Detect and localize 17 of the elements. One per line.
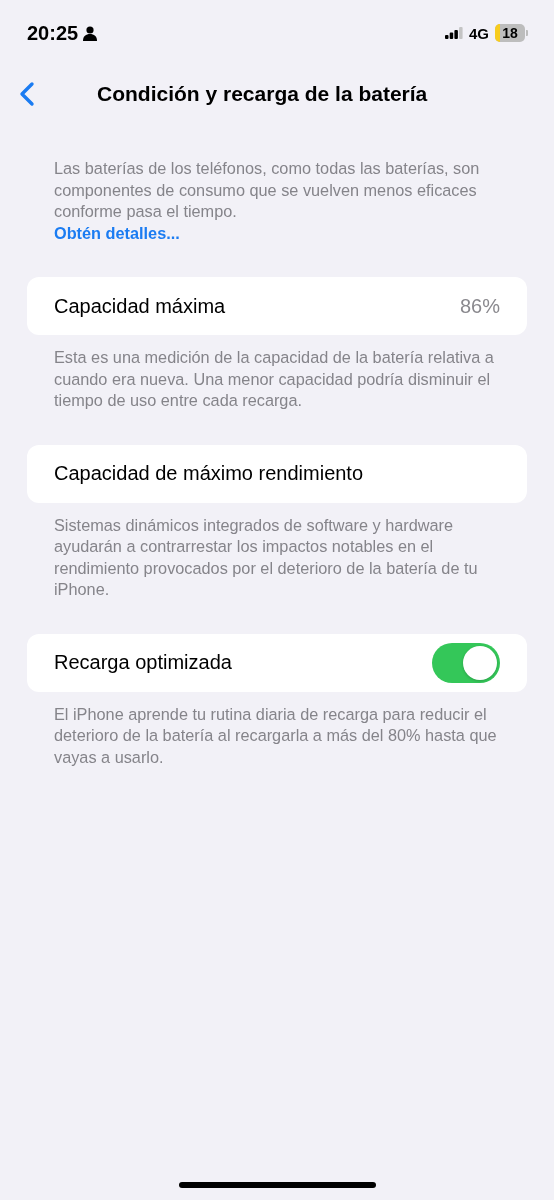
row-label: Capacidad máxima: [54, 294, 227, 318]
status-time: 20:25: [27, 21, 79, 45]
footer-text: Sistemas dinámicos integrados de software y hardware ayudarán a contrarrestar los impactos notables en el rendimiento provocados por el deterioro de la batería de tu iPhone.: [53, 514, 479, 600]
row-label: Capacidad de máximo rendimiento: [54, 462, 365, 485]
person-icon: [83, 25, 98, 41]
signal-icon: [445, 27, 463, 39]
screen-title: Condición y recarga de la batería: [97, 82, 428, 106]
back-icon: [19, 81, 35, 107]
footer-text: El iPhone aprende tu rutina diaria de recarga para reducir el deterioro de la batería al recargarla a más del 80% hasta que vayas a usarlo.: [53, 703, 498, 768]
battery-icon: 18: [495, 24, 528, 42]
footer-text: Esta es una medición de la capacidad de la batería relativa a cuando era nueva. Una menor capacidad podría disminuir el tiempo de uso entre cada recarga.: [53, 347, 495, 411]
network-label: 4G: [469, 24, 489, 42]
toggle-switch[interactable]: [432, 642, 500, 683]
row-value: 86%: [459, 294, 500, 318]
row-label: Recarga optimizada: [54, 651, 233, 674]
details-link[interactable]: Obtén detalles...: [54, 222, 180, 244]
intro-text: Las baterías de los teléfonos, como todas las baterías, son componentes de consumo que se vuelven menos eficaces conforme pasa el tiempo.: [54, 158, 481, 222]
